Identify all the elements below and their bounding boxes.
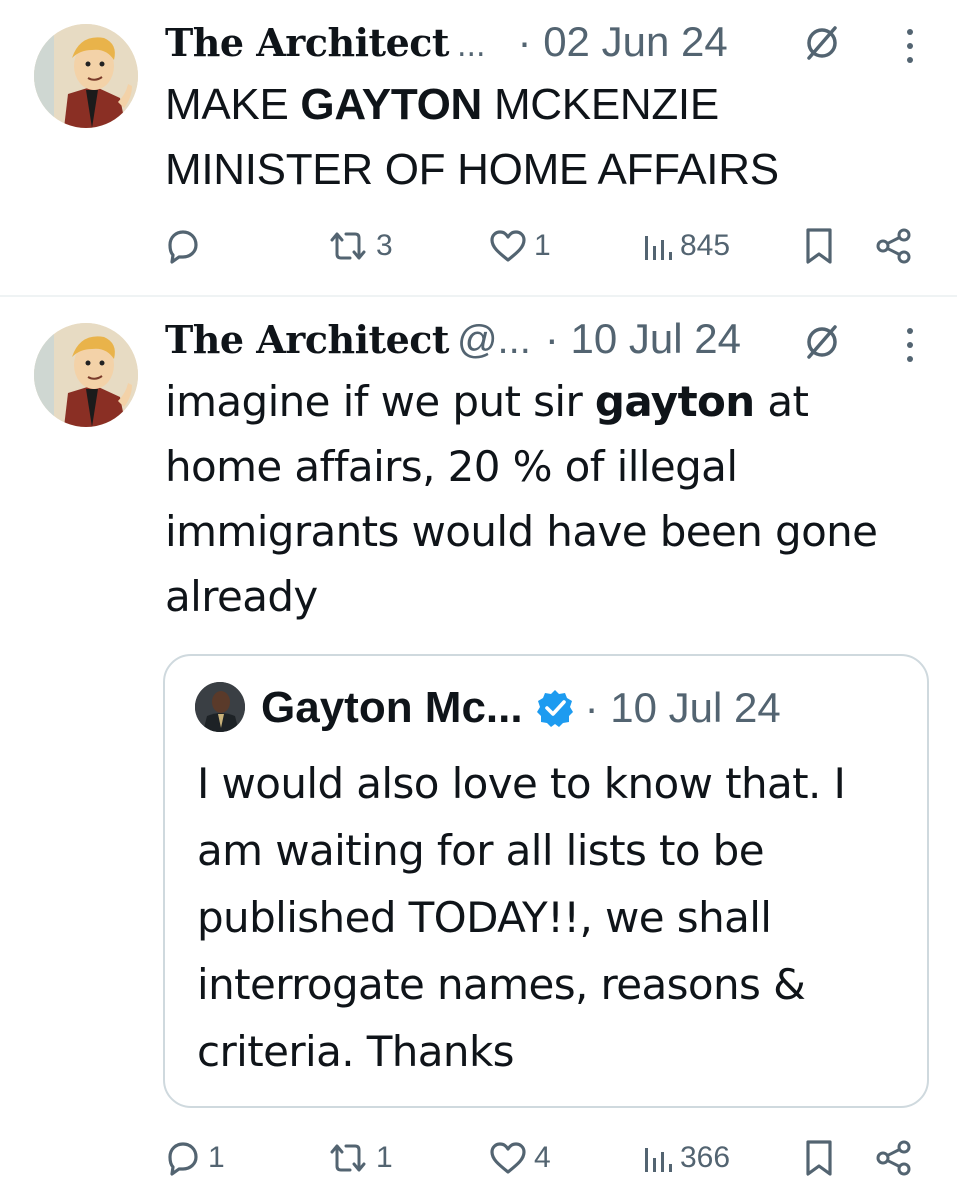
tweet-text: imagine if we put sir gayton at home aff… bbox=[165, 369, 925, 629]
tweet-header: The Architect... · 02 Jun 24 bbox=[165, 18, 728, 68]
cartoon-avatar-image bbox=[34, 323, 138, 427]
verified-badge-icon bbox=[536, 690, 573, 727]
share-button[interactable] bbox=[874, 1136, 914, 1180]
avatar[interactable] bbox=[34, 323, 138, 427]
views-count: 366 bbox=[680, 1141, 731, 1174]
share-icon bbox=[876, 228, 911, 264]
like-icon bbox=[490, 230, 526, 262]
like-count: 1 bbox=[534, 229, 551, 262]
views-icon bbox=[645, 1148, 672, 1172]
cartoon-avatar-image bbox=[34, 24, 138, 128]
tweet-date[interactable]: · 10 Jul 24 bbox=[545, 315, 741, 362]
like-button[interactable]: 4 bbox=[488, 1136, 551, 1180]
person-photo-image bbox=[195, 682, 245, 732]
more-icon[interactable] bbox=[902, 325, 918, 365]
bookmark-button[interactable] bbox=[802, 224, 836, 268]
views-icon bbox=[645, 236, 672, 260]
tweet-1[interactable]: The Architect... · 02 Jun 24 MAKE GAYTON … bbox=[0, 0, 957, 296]
reply-count: 1 bbox=[208, 1141, 225, 1174]
mute-icon[interactable] bbox=[802, 321, 842, 361]
mute-icon[interactable] bbox=[802, 22, 842, 62]
bookmark-button[interactable] bbox=[802, 1136, 836, 1180]
display-name[interactable]: The Architect bbox=[165, 317, 449, 362]
quoted-text: I would also love to know that. I am wai… bbox=[197, 759, 846, 1076]
share-icon bbox=[876, 1140, 911, 1176]
repost-count: 1 bbox=[376, 1141, 393, 1174]
action-bar: 3 1 845 bbox=[0, 224, 957, 268]
quoted-tweet[interactable]: Gayton Mc... · 10 Jul 24 I would also lo… bbox=[163, 654, 929, 1108]
reply-icon bbox=[168, 230, 198, 264]
tweet-date[interactable]: · 02 Jun 24 bbox=[518, 18, 728, 65]
handle[interactable]: @... bbox=[457, 318, 531, 362]
repost-button[interactable]: 1 bbox=[326, 1136, 393, 1180]
avatar[interactable] bbox=[34, 24, 138, 128]
views-count: 845 bbox=[680, 229, 731, 262]
quoted-date[interactable]: · 10 Jul 24 bbox=[585, 684, 781, 732]
repost-icon bbox=[330, 1144, 366, 1172]
tweet-text-highlight: GAYTON bbox=[300, 80, 483, 129]
bookmark-icon bbox=[806, 228, 832, 264]
views-button[interactable]: 845 bbox=[642, 224, 730, 268]
repost-button[interactable]: 3 bbox=[326, 224, 393, 268]
display-name[interactable]: The Architect bbox=[165, 20, 449, 65]
views-button[interactable]: 366 bbox=[642, 1136, 730, 1180]
name-ellipsis: ... bbox=[456, 29, 486, 64]
action-bar: 1 1 4 366 bbox=[0, 1136, 957, 1180]
quoted-avatar[interactable] bbox=[195, 682, 245, 732]
quoted-display-name[interactable]: Gayton Mc... bbox=[261, 683, 523, 733]
repost-count: 3 bbox=[376, 229, 393, 262]
like-count: 4 bbox=[534, 1141, 551, 1174]
more-icon[interactable] bbox=[902, 26, 918, 66]
like-button[interactable]: 1 bbox=[488, 224, 551, 268]
tweet-text-part: imagine if we put sir bbox=[165, 377, 595, 426]
bookmark-icon bbox=[806, 1140, 832, 1176]
like-icon bbox=[490, 1142, 526, 1174]
tweet-text-highlight: gayton bbox=[594, 377, 755, 426]
quoted-header: Gayton Mc... · 10 Jul 24 bbox=[261, 680, 781, 736]
share-button[interactable] bbox=[874, 224, 914, 268]
reply-button[interactable] bbox=[162, 224, 208, 268]
repost-icon bbox=[330, 232, 366, 260]
reply-button[interactable]: 1 bbox=[162, 1136, 225, 1180]
reply-icon bbox=[168, 1142, 198, 1176]
tweet-text-part: MAKE bbox=[165, 80, 301, 129]
tweet-header: The Architect @... · 10 Jul 24 bbox=[165, 315, 741, 365]
tweet-text: MAKE GAYTON MCKENZIE MINISTER OF HOME AF… bbox=[165, 72, 925, 202]
